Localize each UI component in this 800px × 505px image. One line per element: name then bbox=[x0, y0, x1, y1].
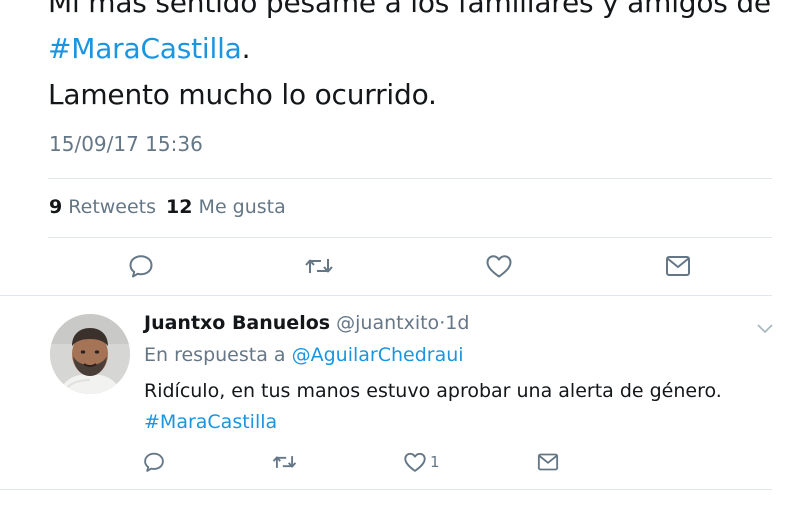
reply-reply-button[interactable] bbox=[143, 451, 165, 473]
reply-author-handle[interactable]: @juantxito bbox=[336, 312, 439, 334]
reply-like-button[interactable]: 1 bbox=[403, 451, 440, 473]
reply-body-text: Ridículo, en tus manos estuvo aprobar un… bbox=[144, 380, 722, 402]
divider bbox=[48, 178, 772, 179]
retweets-label: Retweets bbox=[68, 196, 157, 218]
reply-time[interactable]: 1d bbox=[445, 312, 469, 334]
reply-author-name[interactable]: Juantxo Banuelos bbox=[144, 312, 330, 334]
heart-icon bbox=[404, 452, 426, 472]
reply-retweet-button[interactable] bbox=[271, 451, 298, 473]
speech-bubble-icon bbox=[129, 255, 153, 278]
reply-like-count: 1 bbox=[430, 453, 440, 471]
tweet-text-line-2: #MaraCastilla. bbox=[48, 26, 788, 72]
likes-count: 12 bbox=[166, 196, 193, 218]
likes-stat[interactable]: 12 Me gusta bbox=[166, 196, 286, 218]
reply-button[interactable] bbox=[128, 253, 154, 279]
retweet-icon bbox=[305, 259, 333, 273]
avatar[interactable] bbox=[50, 314, 130, 394]
retweets-count: 9 bbox=[49, 196, 63, 218]
envelope-icon bbox=[537, 453, 559, 471]
likes-label: Me gusta bbox=[198, 196, 286, 218]
profile-photo bbox=[50, 314, 130, 394]
more-options-button[interactable] bbox=[756, 320, 774, 339]
reply-tweet[interactable]: Juantxo Banuelos @juantxito·1d En respue… bbox=[0, 296, 800, 505]
like-button[interactable] bbox=[485, 253, 513, 279]
divider bbox=[48, 237, 772, 238]
tweet-hashtag-link[interactable]: #MaraCastilla bbox=[48, 32, 242, 65]
tweet-text: Mi más sentido pésame a los familiares y… bbox=[48, 0, 788, 118]
retweet-icon bbox=[272, 456, 297, 468]
tweet-text-line-1: Mi más sentido pésame a los familiares y… bbox=[48, 0, 771, 19]
tweet-hashtag-suffix: . bbox=[241, 32, 251, 65]
reply-context: En respuesta a @AguilarChedraui bbox=[144, 344, 464, 366]
chevron-down-icon bbox=[757, 324, 773, 333]
heart-icon bbox=[486, 255, 512, 278]
tweet-action-bar bbox=[0, 250, 800, 282]
tweet-stats: 9 Retweets 12 Me gusta bbox=[49, 196, 286, 218]
retweet-button[interactable] bbox=[303, 253, 335, 279]
tweet-timestamp[interactable]: 15/09/17 15:36 bbox=[49, 132, 203, 156]
reply-to-label: En respuesta a bbox=[144, 344, 286, 366]
direct-message-button[interactable] bbox=[665, 254, 691, 278]
reply-action-bar: 1 bbox=[0, 449, 800, 475]
reply-to-mention-link[interactable]: @AguilarChedraui bbox=[292, 344, 464, 366]
envelope-icon bbox=[666, 256, 690, 276]
reply-hashtag-link[interactable]: #MaraCastilla bbox=[144, 411, 277, 433]
reply-header: Juantxo Banuelos @juantxito·1d bbox=[144, 312, 469, 334]
divider bbox=[0, 489, 772, 490]
tweet-text-line-3: Lamento mucho lo ocurrido. bbox=[48, 78, 437, 111]
speech-bubble-icon bbox=[144, 452, 164, 472]
reply-message-button[interactable] bbox=[537, 452, 559, 472]
reply-body: Ridículo, en tus manos estuvo aprobar un… bbox=[144, 376, 764, 438]
retweets-stat[interactable]: 9 Retweets bbox=[49, 196, 156, 218]
tweet-detail-page: Mi más sentido pésame a los familiares y… bbox=[0, 0, 800, 505]
